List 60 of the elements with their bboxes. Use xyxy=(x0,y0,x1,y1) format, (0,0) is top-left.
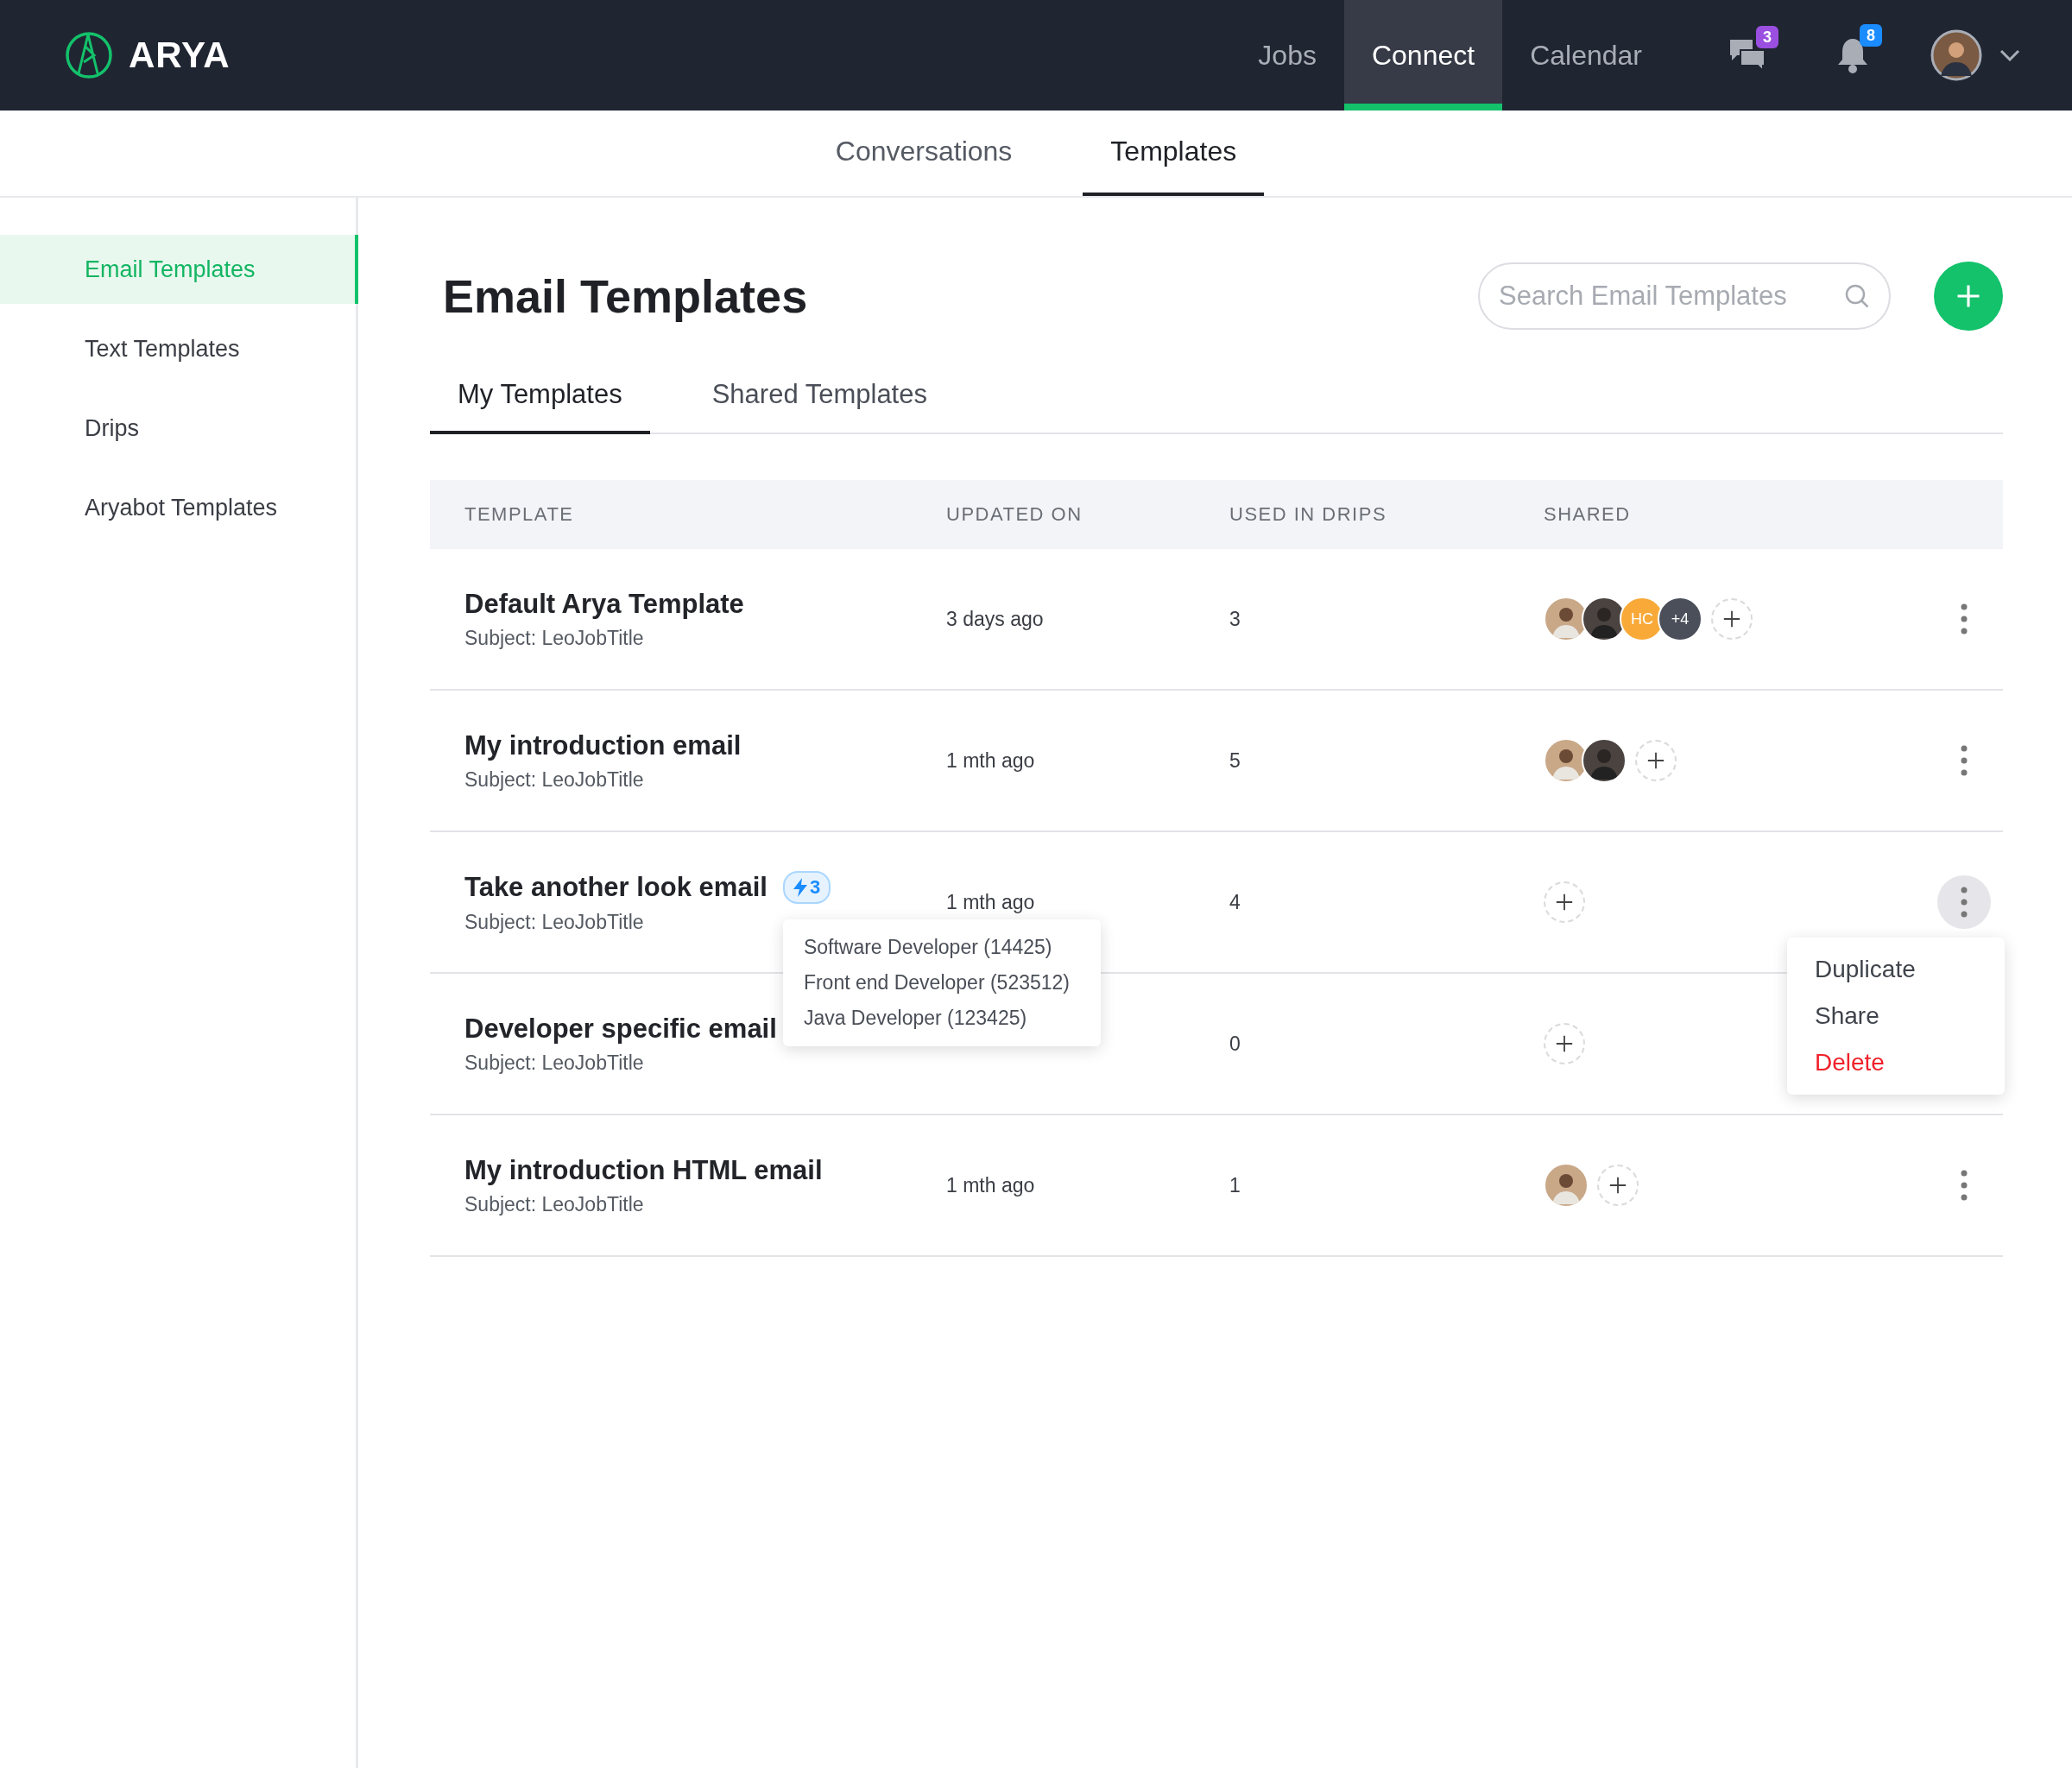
sub-tab[interactable]: Conversations xyxy=(807,110,1040,196)
plus-icon xyxy=(1608,1176,1627,1195)
lightning-icon xyxy=(793,877,807,897)
user-avatar-icon[interactable] xyxy=(1930,29,1982,81)
template-subject: Subject: LeoJobTitle xyxy=(464,1192,644,1216)
chat-count-badge: 3 xyxy=(1756,26,1778,48)
logo-text: ARYA xyxy=(129,35,231,76)
logo-icon xyxy=(65,31,113,79)
search-icon xyxy=(1844,283,1870,309)
nav-item[interactable]: Connect xyxy=(1343,0,1503,110)
tab[interactable]: Shared Templates xyxy=(684,379,955,434)
template-name[interactable]: Developer specific email xyxy=(464,1013,777,1045)
drips-count-cell-text: 0 xyxy=(1229,1032,1241,1056)
template-name[interactable]: My introduction HTML email xyxy=(464,1154,823,1186)
more-count: +4 xyxy=(1658,597,1702,641)
sidebar-item[interactable]: Drips xyxy=(0,394,358,463)
updated-on-cell-text: 1 mth ago xyxy=(946,890,1036,914)
template-name[interactable]: Default Arya Template xyxy=(464,588,744,620)
drip-name: Software Developer (14425) xyxy=(802,934,1053,960)
template-name[interactable]: My introduction email xyxy=(464,729,742,761)
drips-count-cell-text: 1 xyxy=(1229,1173,1241,1197)
sub-tab[interactable]: Templates xyxy=(1083,110,1265,196)
column-header: TEMPLATE xyxy=(464,503,575,526)
menu-item[interactable]: Delete xyxy=(1787,1039,2005,1086)
updated-on-cell-text: 1 mth ago xyxy=(946,1173,1036,1197)
more-icon xyxy=(1961,745,1968,776)
more-icon xyxy=(1961,887,1968,918)
page-title: Email Templates xyxy=(443,269,809,323)
menu-item[interactable]: Duplicate xyxy=(1787,946,2005,993)
more-icon xyxy=(1961,603,1968,635)
search-field[interactable]: Search Email Templates xyxy=(1478,262,1891,330)
drips-count-cell-text: 3 xyxy=(1229,607,1241,631)
template-subject: Subject: LeoJobTitle xyxy=(464,1051,644,1075)
template-subject: Subject: LeoJobTitle xyxy=(464,910,644,934)
plus-icon xyxy=(1555,893,1574,912)
notification-count-badge: 8 xyxy=(1860,24,1882,47)
plus-icon xyxy=(1722,609,1741,628)
column-header: UPDATED ON xyxy=(946,503,1083,526)
column-header: SHARED xyxy=(1544,503,1632,526)
template-subject: Subject: LeoJobTitle xyxy=(464,626,644,650)
drips-count-cell-text: 5 xyxy=(1229,748,1241,773)
template-name[interactable]: Take another look email xyxy=(464,871,768,903)
tab[interactable]: My Templates xyxy=(430,379,650,434)
column-header: USED IN DRIPS xyxy=(1229,503,1388,526)
more-icon xyxy=(1961,1170,1968,1201)
nav-item[interactable]: Jobs xyxy=(1230,0,1344,110)
sidebar-item[interactable]: Text Templates xyxy=(0,314,358,383)
drip-name: Java Developer (123425) xyxy=(802,1005,1028,1031)
updated-on-cell-text: 3 days ago xyxy=(946,607,1045,631)
chevron-down-icon[interactable] xyxy=(1999,49,2020,61)
template-subject: Subject: LeoJobTitle xyxy=(464,767,644,792)
drips-count-cell-text: 4 xyxy=(1229,890,1241,914)
nav-item[interactable]: Calendar xyxy=(1502,0,1670,110)
plus-icon xyxy=(1646,751,1665,770)
drip-name: Front end Developer (523512) xyxy=(802,969,1071,995)
plus-icon xyxy=(1555,1034,1574,1053)
sidebar-item[interactable]: Aryabot Templates xyxy=(0,473,358,542)
updated-on-cell-text: 1 mth ago xyxy=(946,748,1036,773)
menu-item[interactable]: Share xyxy=(1787,993,2005,1039)
plus-icon xyxy=(1955,283,1981,309)
